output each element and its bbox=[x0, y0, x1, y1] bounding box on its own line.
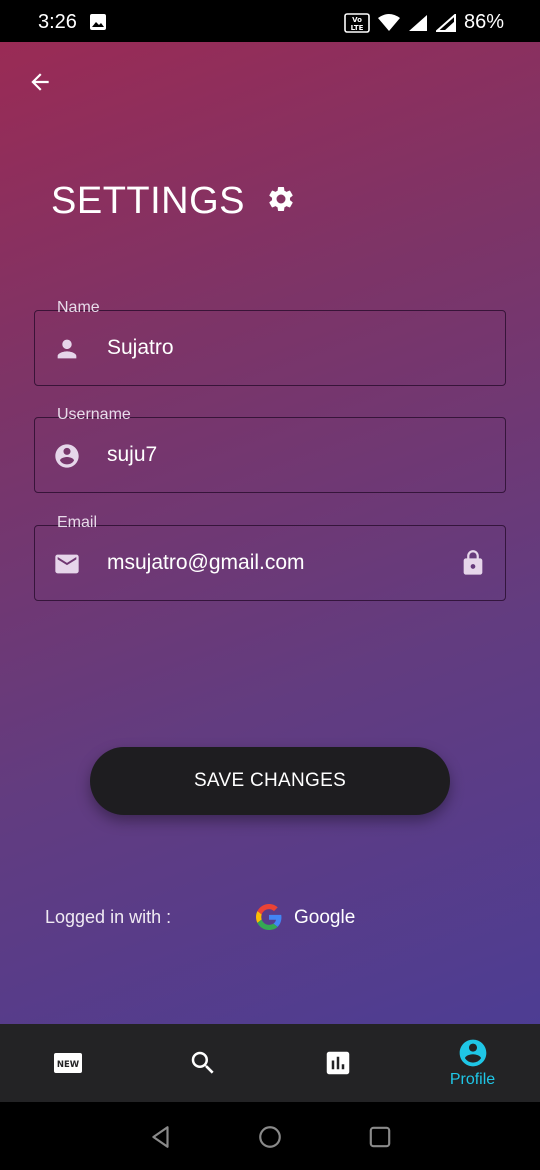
bottom-navigation: NEW Profile bbox=[0, 1024, 540, 1102]
battery-percent: 86% bbox=[463, 11, 504, 33]
wifi-icon bbox=[377, 13, 400, 31]
system-navigation-bar bbox=[0, 1102, 540, 1170]
nav-item-stats[interactable] bbox=[270, 1024, 405, 1102]
nav-label-profile: Profile bbox=[449, 1071, 496, 1088]
system-home-icon[interactable] bbox=[257, 1124, 283, 1150]
nav-item-new[interactable]: NEW bbox=[0, 1024, 135, 1102]
google-logo-icon bbox=[256, 904, 282, 930]
person-icon bbox=[57, 339, 77, 359]
username-field-label: Username bbox=[57, 406, 131, 423]
profile-icon bbox=[459, 1039, 486, 1067]
name-field-label: Name bbox=[57, 299, 100, 316]
status-bar: 3:26 Vo LTE 86% bbox=[0, 0, 540, 42]
signal-secondary-icon bbox=[435, 13, 456, 32]
logged-in-label: Logged in with : bbox=[45, 907, 172, 927]
email-field-label: Email bbox=[57, 514, 98, 531]
status-time: 3:26 bbox=[38, 11, 77, 33]
save-changes-button[interactable]: SAVE CHANGES bbox=[90, 747, 450, 815]
username-input[interactable]: suju7 bbox=[107, 443, 157, 467]
username-field[interactable]: Username suju7 bbox=[34, 406, 506, 493]
email-field[interactable]: Email msujatro@gmail.com bbox=[34, 514, 506, 601]
back-button[interactable] bbox=[22, 64, 58, 100]
page-title: SETTINGS bbox=[51, 180, 246, 222]
signal-icon bbox=[408, 14, 427, 31]
search-icon bbox=[191, 1051, 214, 1074]
chart-icon bbox=[326, 1051, 349, 1075]
system-recents-icon[interactable] bbox=[367, 1124, 393, 1150]
svg-text:NEW: NEW bbox=[56, 1060, 79, 1070]
account-circle-icon bbox=[55, 444, 79, 468]
svg-text:LTE: LTE bbox=[351, 24, 364, 32]
email-input: msujatro@gmail.com bbox=[107, 551, 305, 574]
nav-item-search[interactable] bbox=[135, 1024, 270, 1102]
svg-text:Vo: Vo bbox=[352, 16, 362, 24]
new-icon: NEW bbox=[53, 1053, 82, 1073]
gear-icon bbox=[269, 186, 293, 211]
settings-screen: SETTINGS Name Sujatro Username suju7 Ema… bbox=[0, 42, 540, 1024]
system-back-icon[interactable] bbox=[148, 1124, 174, 1150]
image-notification-icon bbox=[90, 14, 106, 30]
name-field[interactable]: Name Sujatro bbox=[34, 299, 506, 386]
google-provider-label: Google bbox=[294, 907, 356, 928]
nav-item-profile[interactable]: Profile bbox=[405, 1024, 540, 1102]
name-input[interactable]: Sujatro bbox=[107, 336, 174, 360]
status-indicators: Vo LTE 86% bbox=[344, 11, 504, 34]
volte-icon: Vo LTE bbox=[344, 12, 370, 33]
mail-icon bbox=[55, 554, 79, 574]
lock-icon bbox=[463, 550, 483, 575]
arrow-back-icon bbox=[31, 73, 49, 91]
